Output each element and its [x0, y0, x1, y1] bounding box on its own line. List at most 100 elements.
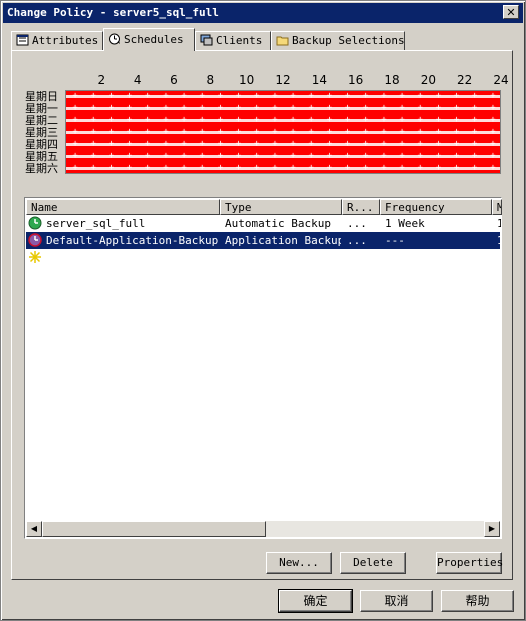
day-window-row[interactable]: + + + + + + + + + + + + + + + + + + + + + + + +	[66, 163, 500, 175]
schedule-list[interactable]: Name Type R... Frequency M server_sql_fu…	[24, 197, 502, 539]
scroll-thumb[interactable]	[42, 521, 266, 537]
day-window-row[interactable]: + + + + + + + + + + + + + + + + + + + + + + + +	[66, 91, 500, 103]
delete-button[interactable]: Delete	[340, 552, 406, 574]
hour-mark: +	[290, 163, 296, 173]
hour-label: 20	[420, 73, 436, 87]
hour-mark: +	[344, 103, 351, 113]
close-button[interactable]: ✕	[503, 5, 519, 19]
day-window-row[interactable]: + + + + + + + + + + + + + + + + + + + + + + + +	[66, 151, 500, 163]
hour-mark: +	[399, 103, 405, 113]
hour-label: 22	[457, 73, 473, 87]
ok-button[interactable]: 确定	[278, 589, 353, 613]
table-row[interactable]: Default-Application-Backup Application B…	[26, 232, 501, 249]
hour-mark: +	[217, 163, 224, 173]
hour-mark: +	[290, 139, 296, 149]
hour-mark: +	[126, 103, 133, 113]
hour-mark: +	[435, 163, 442, 173]
hour-mark: +	[435, 139, 442, 149]
hour-mark: +	[72, 139, 78, 149]
hour-mark: +	[181, 139, 187, 149]
col-name[interactable]: Name	[26, 199, 220, 215]
row-type: Automatic Backup	[225, 217, 331, 230]
hour-mark: +	[417, 115, 423, 125]
help-button[interactable]: 帮助	[441, 590, 514, 612]
folder-icon	[276, 34, 289, 46]
cancel-button[interactable]: 取消	[360, 590, 433, 612]
tab-schedules-label: Schedules	[124, 33, 184, 46]
properties-button[interactable]: Properties	[436, 552, 503, 574]
hour-mark: +	[399, 151, 405, 161]
hour-mark: +	[126, 91, 133, 101]
hour-mark: +	[199, 163, 205, 173]
hour-mark: +	[163, 163, 169, 173]
hour-mark: +	[435, 115, 442, 125]
day-window-row[interactable]: + + + + + + + + + + + + + + + + + + + + + + + +	[66, 103, 500, 115]
hour-mark: +	[399, 139, 405, 149]
hour-mark: +	[217, 151, 224, 161]
table-row[interactable]: server_sql_full Automatic Backup ... 1 W…	[26, 215, 501, 232]
hour-mark: +	[90, 139, 96, 149]
new-button[interactable]: New...	[266, 552, 332, 574]
hour-mark: +	[290, 115, 296, 125]
hour-mark: +	[108, 115, 115, 125]
hour-label: 14	[311, 73, 327, 87]
tab-schedules[interactable]: Schedules	[103, 28, 195, 51]
hour-mark: +	[435, 91, 442, 101]
hour-mark: +	[290, 127, 296, 137]
day-label: 星期三	[25, 126, 58, 139]
hour-mark: +	[145, 139, 151, 149]
col-m[interactable]: M	[492, 199, 502, 215]
col-frequency[interactable]: Frequency	[380, 199, 492, 215]
hour-mark: +	[472, 151, 478, 161]
hour-mark: +	[363, 127, 369, 137]
hour-mark: +	[399, 115, 405, 125]
new-schedule-row[interactable]	[26, 249, 500, 266]
hour-mark: +	[344, 151, 351, 161]
clients-icon	[200, 34, 213, 46]
hour-mark: +	[199, 139, 205, 149]
hour-mark: +	[453, 127, 460, 137]
hour-mark: +	[453, 151, 460, 161]
hour-mark: +	[126, 163, 133, 173]
hour-mark: +	[235, 103, 242, 113]
hour-mark: +	[417, 151, 423, 161]
hour-mark: +	[235, 127, 242, 137]
horizontal-scrollbar[interactable]: ◀ ▶	[26, 521, 500, 537]
hour-label: 12	[275, 73, 291, 87]
col-r[interactable]: R...	[342, 199, 380, 215]
hour-mark: +	[326, 91, 333, 101]
start-window-grid[interactable]: + + + + + + + + + + + + + + + + + + + + + + + + + + + + + + + + + + + + + + + +…	[65, 90, 501, 174]
tab-backup-selections[interactable]: Backup Selections	[271, 31, 405, 50]
hour-mark: +	[254, 151, 260, 161]
day-window-row[interactable]: + + + + + + + + + + + + + + + + + + + + + + + +	[66, 139, 500, 151]
column-header: Name Type R... Frequency M	[26, 199, 502, 215]
hour-mark: +	[326, 163, 333, 173]
row-frequency: 1 Week	[385, 217, 425, 230]
row-frequency: ---	[385, 234, 405, 247]
hour-mark: +	[435, 151, 442, 161]
hour-mark: +	[272, 139, 278, 149]
day-window-row[interactable]: + + + + + + + + + + + + + + + + + + + + + + + +	[66, 115, 500, 127]
hour-mark: +	[472, 103, 478, 113]
hour-mark: +	[72, 115, 78, 125]
row-type: Application Backup	[225, 234, 341, 247]
hour-mark: +	[399, 127, 405, 137]
hour-mark: +	[363, 151, 369, 161]
tab-attributes[interactable]: Attributes	[11, 31, 103, 50]
tab-clients[interactable]: Clients	[195, 31, 271, 50]
tab-clients-label: Clients	[216, 34, 263, 47]
hour-mark: +	[381, 127, 387, 137]
hour-mark: +	[181, 91, 187, 101]
hour-label: 4	[133, 73, 142, 87]
scroll-right-button[interactable]: ▶	[484, 521, 500, 537]
scroll-left-button[interactable]: ◀	[26, 521, 42, 537]
hour-mark: +	[472, 139, 478, 149]
col-type[interactable]: Type	[220, 199, 342, 215]
day-window-row[interactable]: + + + + + + + + + + + + + + + + + + + + + + + +	[66, 127, 500, 139]
hour-mark: +	[490, 91, 496, 101]
hour-mark: +	[199, 91, 205, 101]
day-label: 星期一	[25, 102, 58, 115]
hour-mark: +	[435, 127, 442, 137]
hour-mark: +	[490, 151, 496, 161]
hour-mark: +	[290, 151, 296, 161]
